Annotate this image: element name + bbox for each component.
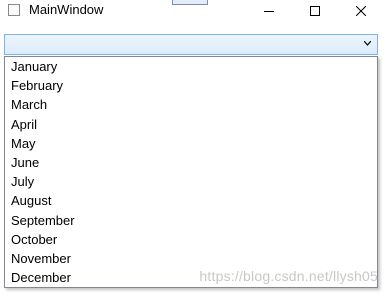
list-item-june[interactable]: June bbox=[5, 153, 377, 172]
main-window: MainWindow January February March April … bbox=[0, 0, 384, 294]
list-item-march[interactable]: March bbox=[5, 95, 377, 114]
close-button[interactable] bbox=[338, 0, 384, 22]
maximize-button[interactable] bbox=[292, 0, 338, 22]
minimize-icon bbox=[264, 11, 274, 12]
list-item-april[interactable]: April bbox=[5, 115, 377, 134]
window-title: MainWindow bbox=[29, 2, 104, 17]
taskbar-peek-tab bbox=[172, 0, 208, 5]
list-item-may[interactable]: May bbox=[5, 134, 377, 153]
close-icon bbox=[356, 6, 366, 16]
watermark-text: https://blog.csdn.net/llysh05 bbox=[199, 268, 378, 284]
month-combobox[interactable] bbox=[4, 34, 378, 55]
list-item-november[interactable]: November bbox=[5, 249, 377, 268]
maximize-icon bbox=[310, 6, 320, 16]
minimize-button[interactable] bbox=[246, 0, 292, 22]
list-item-july[interactable]: July bbox=[5, 172, 377, 191]
list-item-february[interactable]: February bbox=[5, 76, 377, 95]
list-item-october[interactable]: October bbox=[5, 230, 377, 249]
title-bar[interactable]: MainWindow bbox=[0, 0, 384, 22]
list-item-august[interactable]: August bbox=[5, 191, 377, 210]
list-item-january[interactable]: January bbox=[5, 57, 377, 76]
combobox-dropdown-list: January February March April May June Ju… bbox=[4, 56, 378, 288]
list-item-september[interactable]: September bbox=[5, 211, 377, 230]
window-app-icon bbox=[8, 4, 20, 16]
chevron-down-icon[interactable] bbox=[364, 41, 371, 46]
